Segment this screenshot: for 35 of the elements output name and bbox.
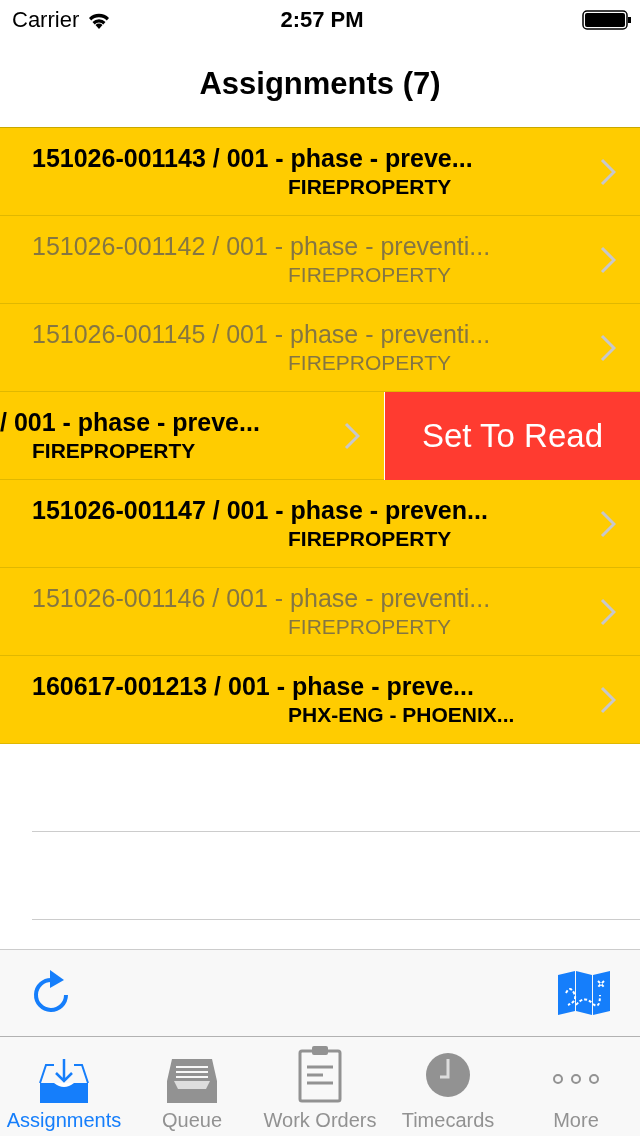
assignment-row[interactable]: 160617-001213 / 001 - phase - preve... PHX-ENG - PHOENIX... xyxy=(0,656,640,744)
chevron-icon xyxy=(600,333,616,362)
tab[interactable]: Work Orders xyxy=(256,1037,384,1136)
assignment-subtitle: FIREPROPERTY xyxy=(31,439,197,463)
assignment-title: 151026-001145 / 001 - phase - preventi... xyxy=(32,320,492,349)
assignment-title: 151026-001142 / 001 - phase - preventi... xyxy=(32,232,492,261)
assignment-subtitle: PHX-ENG - PHOENIX... xyxy=(287,703,516,727)
chevron-icon xyxy=(600,509,616,538)
chevron-icon xyxy=(600,597,616,626)
status-time: 2:57 PM xyxy=(279,7,365,33)
assignment-subtitle: FIREPROPERTY xyxy=(287,527,453,551)
battery-icon xyxy=(582,10,632,30)
tab[interactable]: Queue xyxy=(128,1037,256,1136)
assignment-title: 151026-001146 / 001 - phase - preventi... xyxy=(32,584,492,613)
assignment-title: 160617-001213 / 001 - phase - preve... xyxy=(32,672,475,701)
set-to-read-button[interactable]: Set To Read xyxy=(384,392,640,480)
assignment-title: 151026-001147 / 001 - phase - preven... xyxy=(32,496,489,525)
tab[interactable]: More xyxy=(512,1037,640,1136)
assignment-title: / 001 - phase - preve... xyxy=(0,408,261,437)
chevron-icon xyxy=(600,157,616,186)
assignment-subtitle: FIREPROPERTY xyxy=(287,351,452,375)
nav-title: Assignments (7) xyxy=(199,65,441,102)
assignment-title: 151026-001143 / 001 - phase - preve... xyxy=(32,144,474,173)
carrier-name: Carrier xyxy=(12,7,80,33)
chevron-icon xyxy=(600,685,616,714)
assignment-subtitle: FIREPROPERTY xyxy=(287,175,453,199)
more-icon xyxy=(550,1073,602,1085)
tab[interactable]: Timecards xyxy=(384,1037,512,1136)
wifi-icon xyxy=(87,11,112,29)
chevron-icon xyxy=(344,421,360,450)
assignment-subtitle: FIREPROPERTY xyxy=(287,263,452,287)
chevron-icon xyxy=(600,245,616,274)
tab[interactable]: Assignments xyxy=(0,1037,128,1136)
assignment-subtitle: FIREPROPERTY xyxy=(287,615,452,639)
map-icon[interactable] xyxy=(558,971,610,1015)
